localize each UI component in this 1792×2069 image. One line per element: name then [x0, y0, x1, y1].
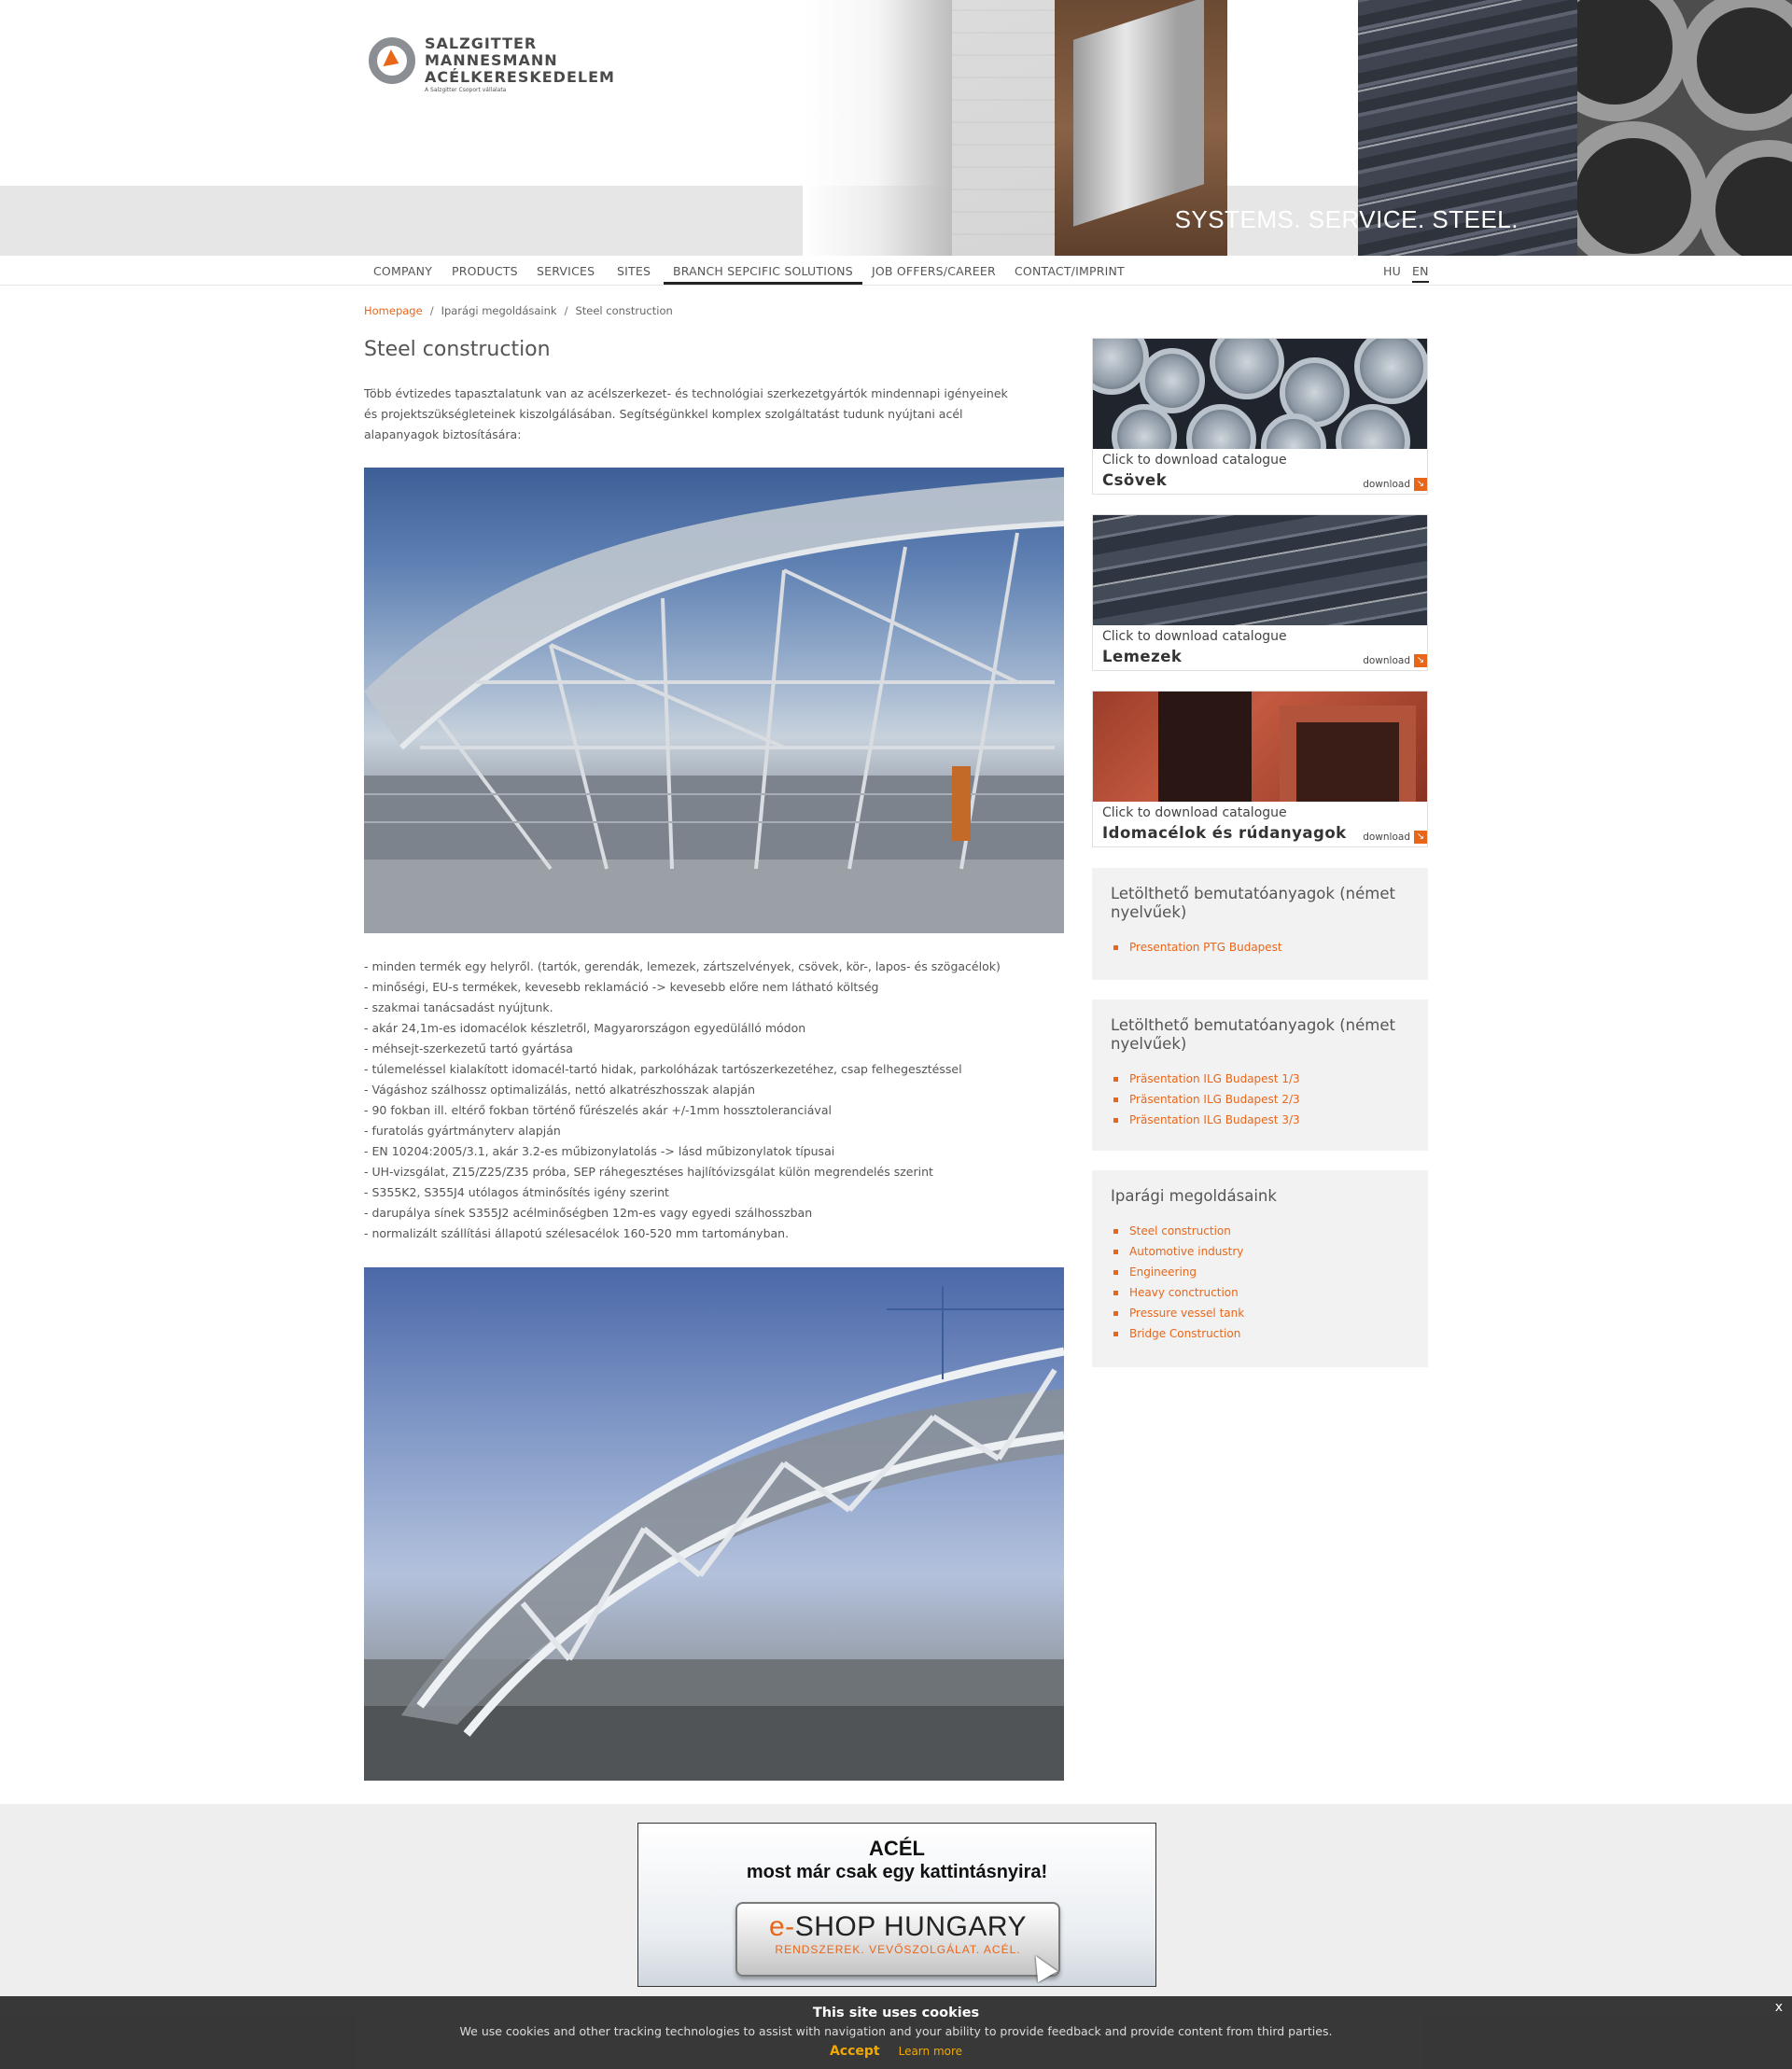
feature-item: - normalizált szállítási állapotú széles…	[364, 1226, 790, 1240]
site-header: SYSTEMS. SERVICE. STEEL. SALZGITTER MANN…	[0, 0, 1792, 256]
download-arrow-icon: ↘	[1414, 654, 1427, 667]
feature-item: - méhsejt-szerkezetű tartó gyártása	[364, 1041, 573, 1055]
pipes-catalogue-image	[1093, 339, 1427, 449]
industry-link-engineering[interactable]: Engineering	[1111, 1262, 1409, 1282]
feature-item: - furatolás gyártmányterv alapján	[364, 1124, 561, 1138]
sections-catalogue-image	[1093, 692, 1427, 802]
download-label: download	[1363, 832, 1410, 843]
cookie-text: We use cookies and other tracking techno…	[459, 2024, 1333, 2038]
steel-canopy-photo	[364, 468, 1064, 933]
industry-link-steel-construction[interactable]: Steel construction	[1111, 1221, 1409, 1241]
presentation-link[interactable]: Presentation PTG Budapest	[1111, 937, 1409, 958]
page-title: Steel construction	[364, 338, 551, 361]
download-label: download	[1363, 655, 1410, 666]
catalogue-cta: Click to download catalogue	[1102, 629, 1287, 644]
feature-item: - minden termék egy helyről. (tartók, ge…	[364, 959, 1001, 973]
feature-item: - akár 24,1m-es idomacélok készletről, M…	[364, 1021, 806, 1035]
eshop-button-tagline: RENDSZEREK. VEVŐSZOLGÁLAT. ACÉL.	[775, 1943, 1021, 1956]
main-navigation: COMPANY PRODUCTS SERVICES SITES BRANCH S…	[369, 256, 1429, 285]
feature-item: - UH-vizsgálat, Z15/Z25/Z35 próba, SEP r…	[364, 1165, 933, 1179]
industry-link-automotive[interactable]: Automotive industry	[1111, 1241, 1409, 1262]
feature-item: - minőségi, EU-s termékek, kevesebb rekl…	[364, 980, 879, 994]
breadcrumb-home[interactable]: Homepage	[364, 304, 423, 317]
header-hero-image: SYSTEMS. SERVICE. STEEL.	[803, 0, 1792, 256]
eshop-subheadline: most már csak egy kattintásnyira!	[746, 1862, 1048, 1882]
download-label: download	[1363, 479, 1410, 490]
lang-hu[interactable]: HU	[1383, 264, 1401, 278]
cookie-learn-more-link[interactable]: Learn more	[899, 2045, 962, 2058]
logo-mark-icon	[369, 37, 415, 84]
feature-item: - EN 10204:2005/3.1, akár 3.2-es műbizon…	[364, 1144, 835, 1158]
nav-products[interactable]: PRODUCTS	[452, 264, 518, 278]
nav-sites[interactable]: SITES	[617, 264, 651, 278]
eshop-headline: ACÉL	[869, 1837, 925, 1860]
industry-link-bridge[interactable]: Bridge Construction	[1111, 1323, 1409, 1344]
feature-item: - szakmai tanácsadást nyújtunk.	[364, 1000, 553, 1014]
feature-item: - túlemeléssel kialakított idomacél-tart…	[364, 1062, 962, 1076]
catalogue-cta: Click to download catalogue	[1102, 805, 1287, 820]
eshop-button-label: SHOP HUNGARY	[794, 1911, 1027, 1942]
eshop-banner[interactable]: ACÉL most már csak egy kattintásnyira! e…	[637, 1823, 1156, 1987]
logo-line-3: ACÉLKERESKEDELEM	[425, 68, 615, 86]
cookie-title: This site uses cookies	[812, 2006, 980, 2020]
catalogue-card-pipes[interactable]: Click to download catalogue Csövek downl…	[1092, 338, 1428, 495]
plates-catalogue-image	[1093, 515, 1427, 625]
logo-line-1: SALZGITTER	[425, 35, 538, 52]
box-title: Letölthető bemutatóanyagok (német nyelvű…	[1111, 885, 1395, 921]
catalogue-card-plates[interactable]: Click to download catalogue Lemezek down…	[1092, 514, 1428, 671]
download-link[interactable]: download ↘	[1363, 478, 1427, 491]
logo-subline: A Salzgitter Csoport vállalata	[425, 87, 507, 93]
presentations-box-ptg: Letölthető bemutatóanyagok (német nyelvű…	[1092, 868, 1428, 980]
catalogue-title: Idomacélok és rúdanyagok	[1102, 824, 1347, 842]
pipes-photo	[1577, 0, 1792, 256]
presentation-link[interactable]: Präsentation ILG Budapest 1/3	[1111, 1069, 1409, 1089]
close-icon[interactable]: x	[1775, 2000, 1783, 2015]
nav-contact[interactable]: CONTACT/IMPRINT	[1015, 264, 1125, 278]
box-title: Letölthető bemutatóanyagok (német nyelvű…	[1111, 1016, 1395, 1053]
industry-link-heavy-construction[interactable]: Heavy conctruction	[1111, 1282, 1409, 1303]
feature-item: - darupálya sínek S355J2 acélminőségben …	[364, 1206, 813, 1220]
nav-services[interactable]: SERVICES	[537, 264, 595, 278]
download-arrow-icon: ↘	[1414, 478, 1427, 491]
lang-en[interactable]: EN	[1412, 264, 1429, 283]
nav-company[interactable]: COMPANY	[373, 264, 432, 278]
catalogue-title: Lemezek	[1102, 648, 1183, 665]
feature-item: - 90 fokban ill. eltérő fokban történő f…	[364, 1103, 832, 1117]
industry-link-pressure-vessel[interactable]: Pressure vessel tank	[1111, 1303, 1409, 1323]
feature-item: - Vágáshoz szálhossz optimalizálás, nett…	[364, 1083, 756, 1097]
header-tagline: SYSTEMS. SERVICE. STEEL.	[1174, 205, 1519, 233]
download-link[interactable]: download ↘	[1363, 831, 1427, 844]
catalogue-card-sections[interactable]: Click to download catalogue Idomacélok é…	[1092, 691, 1428, 847]
breadcrumb-parent[interactable]: Iparági megoldásaink	[441, 304, 557, 317]
nav-divider	[0, 285, 1792, 286]
download-arrow-icon: ↘	[1414, 831, 1427, 844]
eshop-button[interactable]: e-SHOP HUNGARY RENDSZEREK. VEVŐSZOLGÁLAT…	[735, 1902, 1060, 1977]
nav-job-offers[interactable]: JOB OFFERS/CAREER	[872, 264, 996, 278]
feature-item: - S355K2, S355J4 utólagos átminősítés ig…	[364, 1185, 669, 1199]
features-list: - minden termék egy helyről. (tartók, ge…	[364, 957, 1036, 1244]
company-logo[interactable]: SALZGITTER MANNESMANN ACÉLKERESKEDELEM A…	[369, 35, 615, 95]
eshop-e-prefix: e-	[769, 1911, 795, 1942]
box-title: Iparági megoldásaink	[1111, 1187, 1277, 1205]
nav-branch-solutions[interactable]: BRANCH SEPCIFIC SOLUTIONS	[664, 264, 862, 285]
cookie-accept-button[interactable]: Accept	[830, 2044, 880, 2059]
presentation-link[interactable]: Präsentation ILG Budapest 2/3	[1111, 1089, 1409, 1110]
presentation-link[interactable]: Präsentation ILG Budapest 3/3	[1111, 1110, 1409, 1130]
logo-line-2: MANNESMANN	[425, 51, 558, 69]
breadcrumb-current: Steel construction	[575, 304, 673, 317]
steel-truss-photo	[364, 1267, 1064, 1781]
presentations-box-ilg: Letölthető bemutatóanyagok (német nyelvű…	[1092, 1000, 1428, 1151]
catalogue-title: Csövek	[1102, 471, 1168, 489]
cookie-banner: This site uses cookies We use cookies an…	[0, 1996, 1792, 2069]
intro-paragraph: Több évtizedes tapasztalatunk van az acé…	[364, 386, 1008, 441]
catalogue-cta: Click to download catalogue	[1102, 453, 1287, 468]
industry-solutions-box: Iparági megoldásaink Steel construction …	[1092, 1170, 1428, 1367]
breadcrumb: Homepage / Iparági megoldásaink / Steel cons…	[364, 304, 673, 317]
download-link[interactable]: download ↘	[1363, 654, 1427, 667]
